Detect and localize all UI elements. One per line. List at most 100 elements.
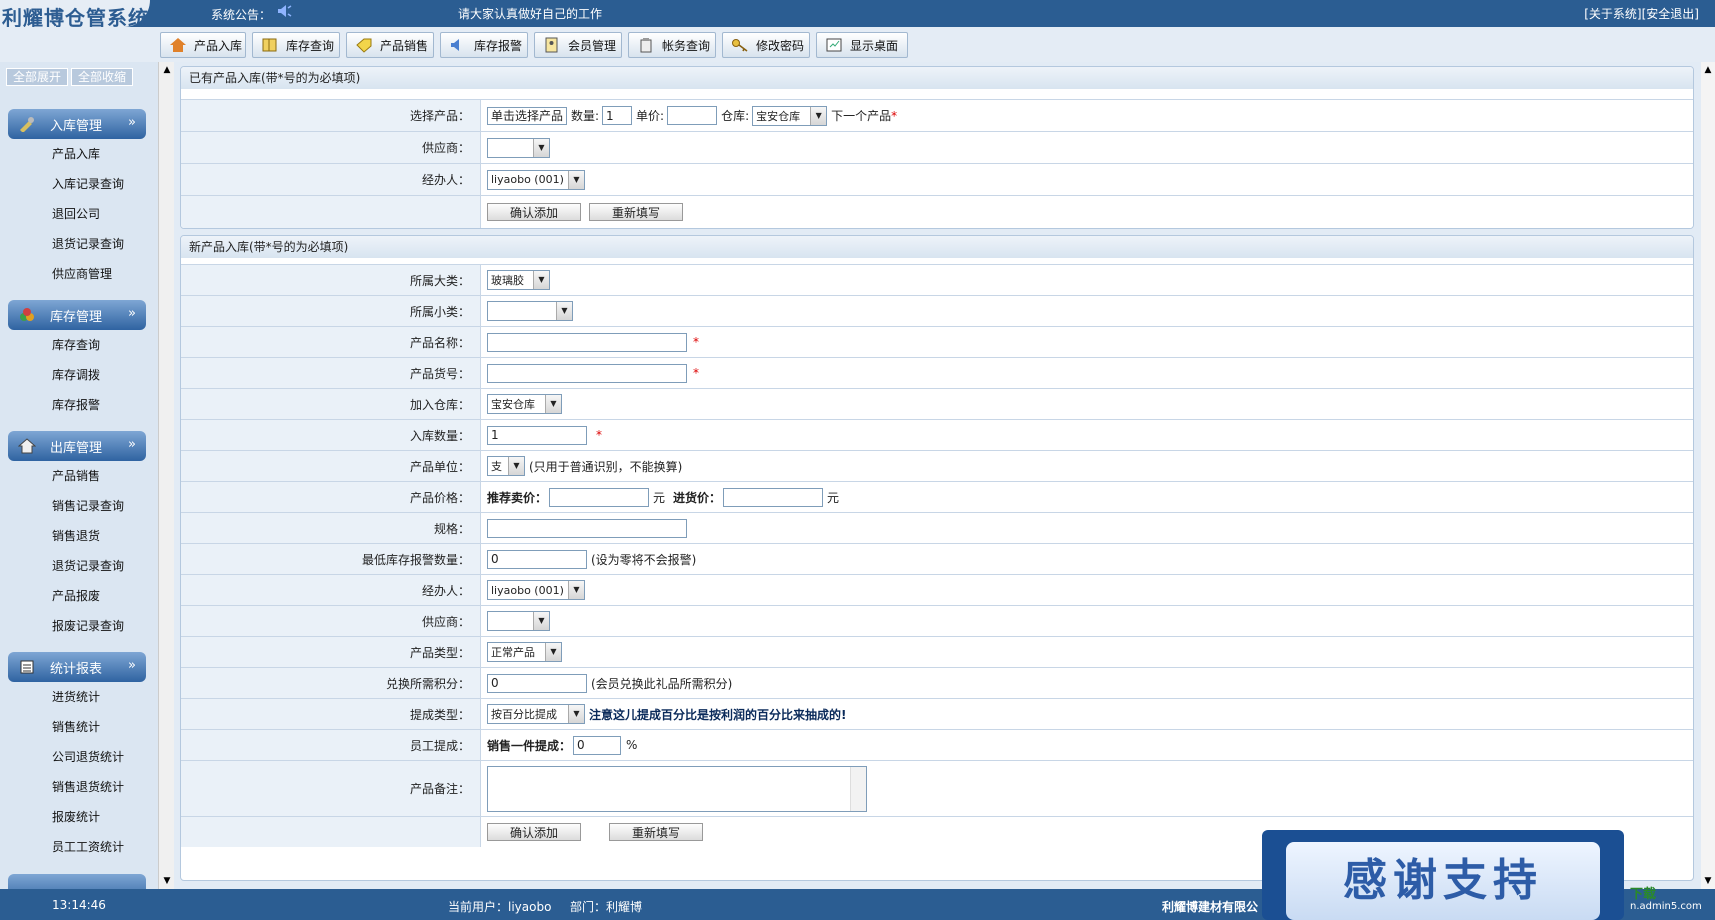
toolbar-label: 会员管理 xyxy=(568,38,617,53)
handler-select[interactable]: liyaobo (001) ▼ xyxy=(487,169,585,190)
sidebar-item-product-stock-in[interactable]: 产品入库 xyxy=(8,139,146,169)
sidebar-group-header[interactable]: 入库管理 » xyxy=(8,109,146,139)
tab-product-sales[interactable]: 产品销售 xyxy=(346,32,434,58)
sidebar-item-sales-return-stats[interactable]: 销售退货统计 xyxy=(8,772,146,802)
sidebar-item-stock-in-records[interactable]: 入库记录查询 xyxy=(8,169,146,199)
sidebar-item-stock-transfer[interactable]: 库存调拨 xyxy=(8,360,146,390)
tab-change-password[interactable]: 修改密码 xyxy=(722,32,810,58)
confirm-add-button[interactable]: 确认添加 xyxy=(487,823,581,841)
scroll-up-icon[interactable]: ▲ xyxy=(161,64,173,76)
field-label xyxy=(181,196,481,228)
sidebar-group-partial xyxy=(8,874,146,889)
chevron-down-icon: ▼ xyxy=(568,170,584,189)
points-input[interactable]: 0 xyxy=(487,673,587,693)
tab-stock-query[interactable]: 库存查询 xyxy=(252,32,340,58)
select-value: 正常产品 xyxy=(491,646,535,659)
report-icon xyxy=(20,660,34,674)
notice-label: 系统公告： xyxy=(211,8,272,22)
form-row: 产品备注： xyxy=(181,760,1693,816)
sidebar-item-company-return-stats[interactable]: 公司退货统计 xyxy=(8,742,146,772)
speaker-icon xyxy=(451,39,459,51)
scroll-down-icon[interactable]: ▼ xyxy=(161,875,173,887)
sidebar-group-title: 统计报表 xyxy=(50,661,103,677)
sidebar-item-return-company[interactable]: 退回公司 xyxy=(8,199,146,229)
scroll-down-icon[interactable]: ▼ xyxy=(1702,875,1714,887)
reset-button[interactable]: 重新填写 xyxy=(589,203,683,221)
product-name-input[interactable] xyxy=(487,332,687,352)
sidebar-item-scrap-records[interactable]: 报废记录查询 xyxy=(8,611,146,641)
sidebar-item-purchase-stats[interactable]: 进货统计 xyxy=(8,682,146,712)
top-header: 利耀博仓管系统 系统公告： 请大家认真做好自己的工作 [关于系统][安全退出] xyxy=(0,0,1715,30)
supplier-select[interactable]: ▼ xyxy=(487,611,550,631)
sidebar-item-sales-records[interactable]: 销售记录查询 xyxy=(8,491,146,521)
sidebar-group-header[interactable] xyxy=(8,874,146,889)
field-label: 产品价格： xyxy=(181,482,481,512)
subcategory-select[interactable]: ▼ xyxy=(487,301,573,321)
field-label: 经办人： xyxy=(181,575,481,605)
sidebar-item-staff-wage-stats[interactable]: 员工工资统计 xyxy=(8,832,146,862)
scroll-up-icon[interactable]: ▲ xyxy=(1702,64,1714,76)
sidebar-item-sales-return[interactable]: 销售退货 xyxy=(8,521,146,551)
main-scrollbar[interactable]: ▲ ▼ xyxy=(1701,62,1715,889)
select-product-button[interactable]: 单击选择产品 xyxy=(487,106,567,125)
logout-link[interactable]: [安全退出] xyxy=(1642,7,1699,21)
tab-member-management[interactable]: 会员管理 xyxy=(534,32,622,58)
tab-account-query[interactable]: 帐务查询 xyxy=(628,32,716,58)
confirm-add-button[interactable]: 确认添加 xyxy=(487,203,581,221)
form-row: 最低库存报警数量： 0 (设为零将不会报警) xyxy=(181,543,1693,574)
handler-select[interactable]: liyaobo (001) ▼ xyxy=(487,580,585,600)
sidebar-group-header[interactable]: 出库管理 » xyxy=(8,431,146,461)
sidebar-item-stock-query[interactable]: 库存查询 xyxy=(8,330,146,360)
form-row: 兑换所需积分： 0 (会员兑换此礼品所需积分) xyxy=(181,667,1693,698)
min-stock-input[interactable]: 0 xyxy=(487,549,587,569)
form-row: 规格： xyxy=(181,512,1693,543)
collapse-all-button[interactable]: 全部收缩 xyxy=(71,68,134,86)
about-link[interactable]: [关于系统] xyxy=(1584,7,1641,21)
textarea-scrollbar[interactable] xyxy=(850,766,866,811)
sidebar-item-scrap-stats[interactable]: 报废统计 xyxy=(8,802,146,832)
warehouse-select[interactable]: 宝安仓库 ▼ xyxy=(752,105,828,126)
sidebar-item-return-records[interactable]: 退货记录查询 xyxy=(8,229,146,259)
expand-all-button[interactable]: 全部展开 xyxy=(6,68,69,86)
product-type-select[interactable]: 正常产品 ▼ xyxy=(487,642,562,662)
cost-price-input[interactable] xyxy=(723,487,824,507)
warehouse-select[interactable]: 宝安仓库 ▼ xyxy=(487,394,562,414)
select-value: 按百分比提成 xyxy=(491,708,557,721)
form-row: 产品价格： 推荐卖价： 元 进货价： 元 xyxy=(181,481,1693,512)
retail-price-input[interactable] xyxy=(549,487,650,507)
per-sale-label: 销售一件提成： xyxy=(487,738,572,753)
sidebar-group-header[interactable]: 库存管理 » xyxy=(8,300,146,330)
field-label: 产品备注： xyxy=(181,761,481,816)
form-row: 所属大类： 玻璃胶 ▼ xyxy=(181,264,1693,295)
tab-show-desktop[interactable]: 显示桌面 xyxy=(816,32,908,58)
sidebar-scrollbar[interactable]: ▲ ▼ xyxy=(158,62,174,889)
sidebar-item-return-records[interactable]: 退货记录查询 xyxy=(8,551,146,581)
sidebar-group-header[interactable]: 统计报表 » xyxy=(8,652,146,682)
per-sale-input[interactable]: 0 xyxy=(573,735,622,755)
key-icon xyxy=(732,39,748,52)
sidebar-item-stock-alert[interactable]: 库存报警 xyxy=(8,390,146,420)
spec-input[interactable] xyxy=(487,518,687,538)
remark-textarea[interactable] xyxy=(487,765,867,812)
stock-qty-input[interactable]: 1 xyxy=(487,425,587,445)
product-code-input[interactable] xyxy=(487,363,687,383)
chevron-down-icon: ▼ xyxy=(545,643,561,661)
commission-type-select[interactable]: 按百分比提成 ▼ xyxy=(487,704,585,724)
field-value: 1 * xyxy=(487,420,602,450)
chevron-double-right-icon: » xyxy=(128,437,136,452)
supplier-select[interactable]: ▼ xyxy=(487,137,550,158)
sidebar-item-sales-stats[interactable]: 销售统计 xyxy=(8,712,146,742)
tab-product-stock-in[interactable]: 产品入库 xyxy=(160,32,246,58)
qty-input[interactable]: 1 xyxy=(602,106,633,125)
category-select[interactable]: 玻璃胶 ▼ xyxy=(487,270,550,290)
sidebar-item-product-scrap[interactable]: 产品报废 xyxy=(8,581,146,611)
tab-stock-alert[interactable]: 库存报警 xyxy=(440,32,528,58)
clock: 13:14:46 xyxy=(52,898,106,912)
sidebar-item-supplier-management[interactable]: 供应商管理 xyxy=(8,259,146,289)
unit-select[interactable]: 支 ▼ xyxy=(487,456,525,476)
sidebar-item-product-sales[interactable]: 产品销售 xyxy=(8,461,146,491)
top-links: [关于系统][安全退出] xyxy=(1584,5,1699,22)
price-input[interactable] xyxy=(667,106,718,125)
qty-label: 数量: xyxy=(571,109,600,123)
reset-button[interactable]: 重新填写 xyxy=(609,823,703,841)
